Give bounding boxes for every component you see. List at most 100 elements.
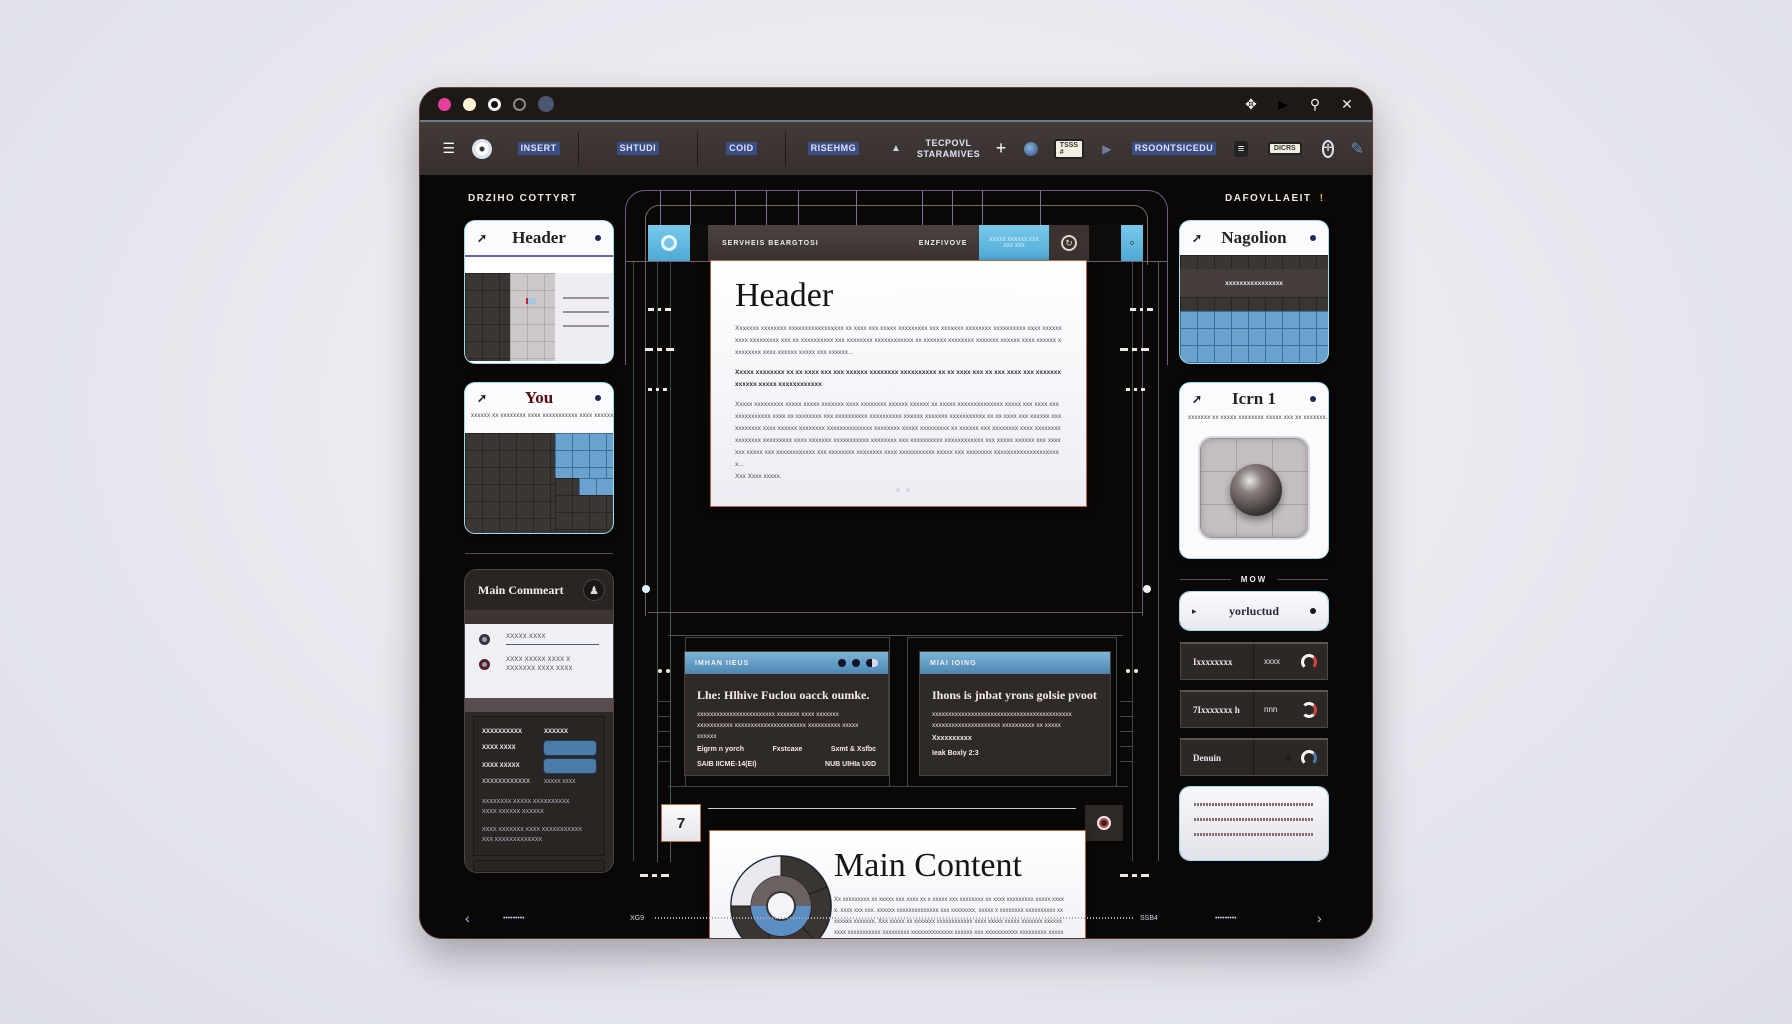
target-button[interactable] [648, 225, 690, 261]
menu-icon[interactable]: ≡ [1234, 140, 1248, 157]
close-window-button[interactable] [438, 97, 451, 111]
guide-line [1132, 261, 1133, 861]
bullet-icon [595, 235, 601, 241]
header-document[interactable]: Header Xxxxxxx xxxxxxxx xxxxxxxxxxxxxxxx… [711, 261, 1086, 506]
close-icon[interactable]: ✕ [1338, 96, 1356, 113]
timeline-end: SSB4 [1140, 914, 1158, 922]
form-label: XXXX XXXX [482, 745, 516, 751]
tab-label[interactable]: SERVHEIS BEARGTOSI [722, 240, 819, 247]
add-icon[interactable]: + [1284, 750, 1292, 766]
extra-window-button[interactable] [538, 96, 554, 112]
navigation-card[interactable]: ➚ Nagolion xxxxxxxxxxxxxxxx [1180, 221, 1328, 363]
guide-line [657, 731, 670, 732]
control-dot[interactable] [838, 659, 846, 667]
bullet-icon [595, 395, 601, 401]
move-icon[interactable]: ✥ [1242, 96, 1260, 113]
form-value: XXXXX XXXX [544, 779, 576, 785]
radio-button[interactable] [479, 634, 490, 645]
list-row[interactable]: Denuin + [1180, 738, 1328, 776]
toggle-switch[interactable] [866, 659, 878, 667]
radio-button[interactable] [479, 659, 490, 670]
feature-card-title: Ihons is jnbat yrons golsie pvoot [932, 688, 1097, 702]
shoe-icon[interactable]: ▲ [889, 138, 903, 160]
preview-grid-blue [1180, 311, 1328, 363]
resize-handle[interactable] [642, 585, 650, 593]
toolbar-label: RSOONTSICEDU [1131, 142, 1217, 155]
resize-handle[interactable] [1143, 585, 1151, 593]
left-you-card[interactable]: ➚ You xxxxxx xx xxxxxxxx xxxx xxxxxxxxxx… [465, 383, 613, 533]
list-row[interactable]: Ixxxxxxxx xxxx [1180, 642, 1328, 680]
feature-card-1[interactable]: IMHAN IIEUS Lhe: Hlhive Fuclou oacck oum… [685, 652, 888, 775]
form-row: XXXX XXXXX [482, 759, 596, 773]
feature-card-text: xxxxxxxxxxxxxxxxxxxxxxxx xxxxxxx xxxx xx… [697, 711, 859, 740]
minimize-window-button[interactable] [463, 97, 476, 111]
arrow-icon: ➚ [477, 230, 488, 245]
text-input[interactable] [544, 759, 596, 773]
prev-icon[interactable]: ‹ [465, 910, 470, 926]
refresh-icon[interactable] [1301, 653, 1317, 670]
selected-item[interactable]: ▸ yorluctud [1180, 592, 1328, 630]
settings-icon[interactable]: ✛ [1321, 139, 1335, 158]
form-row: XXXXXXXXXXXX XXXXX XXXX [482, 779, 596, 785]
left-header-card[interactable]: ➚ Header [465, 221, 613, 363]
option-item[interactable]: XXXX XXXXX XXXX X XXXXXXX XXXX XXXX [479, 657, 599, 672]
small-tab[interactable]: o [1121, 225, 1143, 261]
toolbar-item-insert[interactable]: INSERT [500, 131, 579, 166]
window-controls [838, 659, 878, 667]
fullscreen-window-button[interactable] [513, 97, 526, 111]
refresh-icon: ↻ [1061, 235, 1077, 251]
globe-icon[interactable] [1023, 138, 1038, 160]
preview-grid-blue [555, 433, 613, 533]
page-number-box[interactable]: 7 [662, 805, 700, 841]
toolbar-item-rsoontsicedu[interactable]: RSOONTSICEDU [1122, 132, 1227, 166]
toolbar-item-coid[interactable]: COID [698, 131, 786, 166]
refresh-button[interactable]: ↻ [1049, 225, 1089, 261]
feature-card-2[interactable]: MIAI IOING Ihons is jnbat yrons golsie p… [920, 652, 1110, 775]
help-icon[interactable] [1301, 701, 1317, 718]
next-icon[interactable]: › [1317, 910, 1322, 926]
right-indicator: • • • • • • • • • [1215, 914, 1237, 922]
tab-label[interactable]: ENZFIVOVE [919, 240, 968, 247]
panel-footer [473, 860, 605, 872]
play-icon[interactable]: ▶ [1274, 96, 1292, 113]
maximize-window-button[interactable] [488, 97, 501, 111]
card-header: ➚ Nagolion [1180, 221, 1328, 255]
add-icon[interactable]: + [994, 138, 1008, 160]
disc-icon[interactable] [471, 138, 492, 160]
guide-line [670, 261, 671, 616]
option-item[interactable]: XXXXX XXXX [479, 634, 599, 645]
guide-line [645, 261, 646, 616]
search-icon[interactable]: ⚲ [1306, 96, 1324, 113]
feature-card-row: SAIB IICME-14(EI) NUB UIHIa U0D [685, 757, 888, 772]
sync-icon[interactable] [1301, 749, 1317, 766]
avatar[interactable]: ♟ [583, 579, 605, 601]
control-dot[interactable] [852, 659, 860, 667]
play-icon[interactable]: ▶ [1100, 138, 1114, 160]
ruler-marker [640, 874, 669, 877]
center-tabs: SERVHEIS BEARGTOSI ENZFIVOVE [708, 225, 979, 261]
row-label: Denuin [1181, 740, 1254, 775]
grid-line [856, 190, 857, 230]
active-tab[interactable]: XXXXX XXXXXX XXX XXX XXX [979, 225, 1049, 261]
info-icon[interactable]: ! [1320, 193, 1325, 204]
text-block-card[interactable] [1180, 787, 1328, 860]
guide-line [1120, 701, 1133, 702]
toolbar-item-tecpovl[interactable]: TECPOVL STARAMIVES [911, 132, 986, 166]
toolbar-item-shtudi[interactable]: SHTUDI [579, 131, 699, 166]
settings-box[interactable] [1085, 805, 1123, 841]
timeline-track[interactable] [655, 917, 1133, 919]
toolbar-item-risehmg[interactable]: RISEHMG [786, 132, 882, 166]
title-bar: ✥ ▶ ⚲ ✕ [420, 88, 1372, 120]
list-row[interactable]: 7Ixxxxxxx h nnn [1180, 690, 1328, 728]
card-header: ➚ You [465, 383, 613, 413]
pen-icon[interactable]: ✎ [1350, 138, 1364, 160]
tag-badge[interactable]: TSSS # [1053, 138, 1085, 160]
text-input[interactable] [544, 741, 596, 755]
preview-grid-light [510, 273, 555, 361]
flag-icon [526, 298, 536, 304]
sliders-icon[interactable]: ☰ [442, 138, 456, 160]
pager-dots[interactable] [896, 488, 910, 492]
divider [465, 553, 613, 554]
item-card[interactable]: ➚ Icrn 1 xxxxxxx xx xxxxx xxxxxxxx xxxxx… [1180, 383, 1328, 558]
tag-badge-2[interactable]: DICRS [1267, 138, 1302, 160]
